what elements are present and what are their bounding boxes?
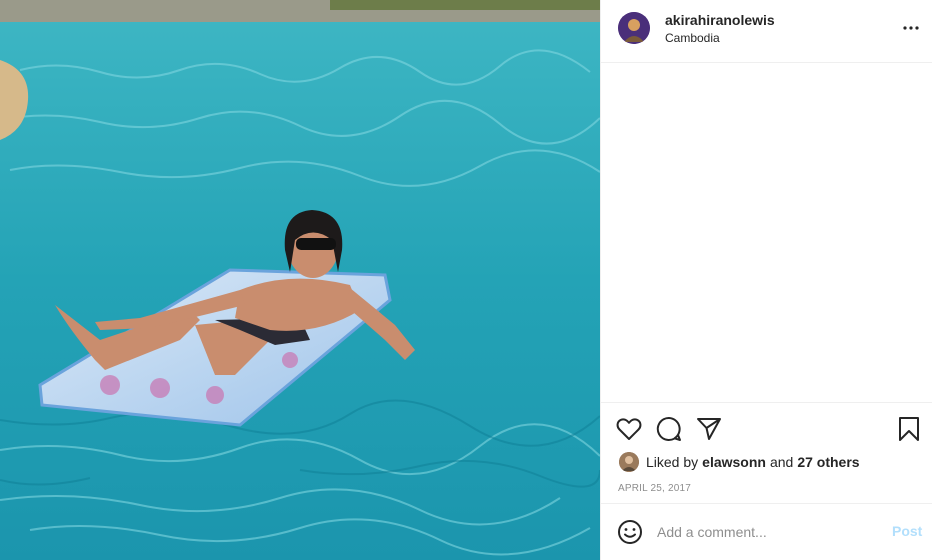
pool-scene	[0, 0, 600, 560]
post-comment-button[interactable]: Post	[892, 523, 922, 539]
profile-avatar[interactable]	[618, 12, 650, 44]
paper-plane-icon[interactable]	[695, 415, 723, 443]
smiley-icon[interactable]	[617, 519, 643, 545]
location-link[interactable]: Cambodia	[665, 31, 720, 45]
bookmark-icon[interactable]	[895, 415, 923, 443]
liker-avatar[interactable]	[619, 452, 639, 472]
more-options-icon[interactable]	[897, 14, 925, 42]
comment-box: Post	[601, 503, 932, 560]
post-actions: Liked by elawsonn and 27 others April 25…	[601, 402, 932, 502]
comments-area	[601, 64, 932, 402]
post-date[interactable]: April 25, 2017	[618, 483, 691, 494]
comment-input[interactable]	[657, 522, 877, 542]
likes-summary: Liked by elawsonn and 27 others	[619, 451, 860, 473]
likes-others-link[interactable]: 27 others	[797, 454, 859, 470]
heart-icon[interactable]	[615, 415, 643, 443]
comment-icon[interactable]	[655, 415, 683, 443]
likes-conjunction: and	[769, 454, 794, 470]
likes-prefix: Liked by	[646, 454, 699, 470]
username-link[interactable]: akirahiranolewis	[665, 12, 775, 28]
liker-username-link[interactable]: elawsonn	[702, 454, 766, 470]
post-header: akirahiranolewis Cambodia	[601, 0, 932, 63]
post-details-panel: akirahiranolewis Cambodia Liked by elaws…	[600, 0, 932, 560]
post-photo[interactable]	[0, 0, 600, 560]
